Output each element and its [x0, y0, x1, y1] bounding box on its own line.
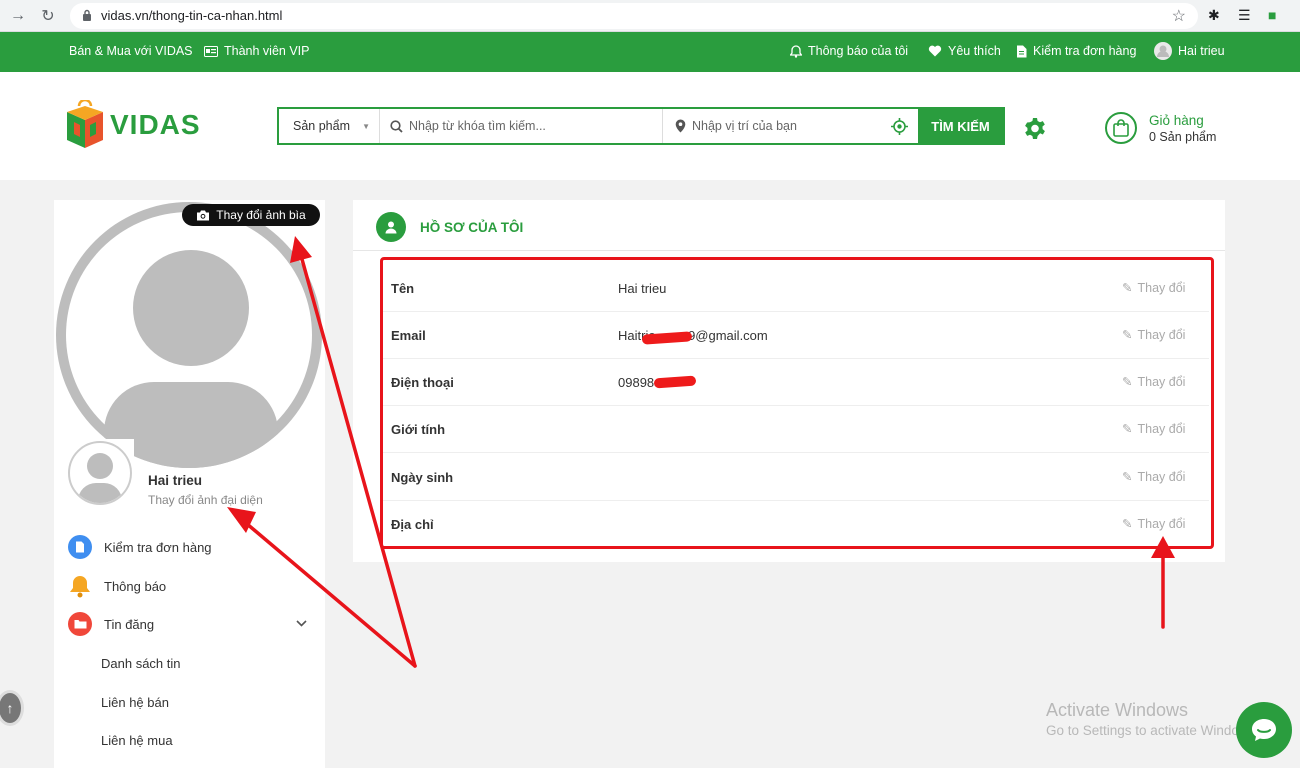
pencil-icon: ✎	[1122, 328, 1133, 342]
avatar[interactable]	[68, 441, 132, 505]
map-pin-icon	[675, 119, 686, 133]
extensions-icon[interactable]: ✱	[1208, 7, 1220, 24]
document-icon	[1017, 45, 1027, 57]
user-avatar-icon	[1154, 42, 1172, 60]
profile-row-birthday: Ngày sinh ✎ Thay đổi	[383, 454, 1209, 501]
camera-icon	[197, 210, 210, 220]
heart-icon	[928, 45, 942, 57]
favorites-link[interactable]: Yêu thích	[928, 44, 1001, 58]
profile-row-phone: Điện thoại 09898 ✎ Thay đổi	[383, 359, 1209, 406]
cart-info: Giỏ hàng 0 Sản phẩm	[1149, 113, 1216, 144]
profile-card-header: HỒ SƠ CỦA TÔI	[353, 200, 1225, 251]
user-icon	[376, 212, 406, 242]
address-bar[interactable]: vidas.vn/thong-tin-ca-nhan.html ☆	[70, 3, 1198, 29]
search-bar: Sản phẩm ▼ Nhập từ khóa tìm kiếm... Nhập…	[277, 107, 1005, 145]
vip-member-link[interactable]: Thành viên VIP	[204, 44, 309, 58]
pencil-icon: ✎	[1122, 517, 1133, 531]
bookmark-star-icon[interactable]: ☆	[1172, 6, 1186, 26]
sidebar-item-check-orders[interactable]: Kiểm tra đơn hàng	[68, 535, 212, 559]
cart-title: Giỏ hàng	[1149, 112, 1204, 128]
document-icon	[68, 535, 92, 559]
sidebar-subitem-sell-contacts[interactable]: Liên hệ bán	[101, 695, 169, 710]
sidebar-subitem-post-list[interactable]: Danh sách tin	[101, 656, 181, 671]
back-to-top-button[interactable]: ↑	[0, 690, 24, 726]
edit-name-button[interactable]: ✎ Thay đổi	[1122, 280, 1185, 296]
card-icon	[204, 45, 218, 57]
logo-text: VIDAS	[110, 109, 201, 140]
keyword-search-input[interactable]: Nhập từ khóa tìm kiếm...	[380, 109, 663, 143]
edit-address-button[interactable]: ✎ Thay đổi	[1122, 516, 1185, 532]
cart[interactable]: Giỏ hàng 0 Sản phẩm	[1105, 112, 1216, 144]
browser-toolbar: → ↻ vidas.vn/thong-tin-ca-nhan.html ☆ ✱ …	[0, 0, 1300, 32]
vidas-logo[interactable]: VIDAS	[66, 100, 201, 150]
pencil-icon: ✎	[1122, 422, 1133, 436]
bell-icon	[790, 44, 802, 58]
reading-list-icon[interactable]: ☰	[1238, 7, 1251, 24]
change-cover-button[interactable]: Thay đổi ảnh bìa	[182, 204, 320, 226]
gear-icon[interactable]	[1023, 117, 1047, 144]
change-avatar-link[interactable]: Thay đổi ảnh đại diện	[148, 493, 263, 507]
edit-gender-button[interactable]: ✎ Thay đổi	[1122, 421, 1185, 437]
profile-sidebar: Thay đổi ảnh bìa Hai trieu Thay đổi ảnh …	[54, 200, 325, 768]
buy-sell-link[interactable]: Bán & Mua với VIDAS	[69, 44, 193, 58]
profile-title: HỒ SƠ CỦA TÔI	[420, 220, 524, 235]
chat-bubble-icon	[1252, 719, 1276, 741]
cart-count: 0 Sản phẩm	[1149, 129, 1217, 144]
sidebar-item-notifications[interactable]: Thông báo	[68, 574, 166, 598]
caret-down-icon: ▼	[362, 122, 370, 131]
edit-email-button[interactable]: ✎ Thay đổi	[1122, 327, 1185, 343]
profile-row-gender: Giới tính ✎ Thay đổi	[383, 406, 1209, 453]
chevron-down-icon[interactable]	[296, 618, 307, 630]
url-text: vidas.vn/thong-tin-ca-nhan.html	[101, 8, 283, 23]
logo-box-icon	[67, 100, 103, 148]
sidebar-item-posts[interactable]: Tin đăng	[68, 612, 154, 636]
activate-windows-subtitle: Go to Settings to activate Windows.	[1046, 723, 1260, 738]
profile-row-name: Tên Hai trieu ✎ Thay đổi	[383, 265, 1209, 312]
site-header: VIDAS Sản phẩm ▼ Nhập từ khóa tìm kiếm..…	[0, 72, 1300, 180]
pencil-icon: ✎	[1122, 470, 1133, 484]
bell-icon	[68, 574, 92, 598]
shopping-bag-icon	[1105, 112, 1137, 144]
check-orders-link[interactable]: Kiểm tra đơn hàng	[1016, 44, 1136, 58]
profile-card: HỒ SƠ CỦA TÔI Tên Hai trieu ✎ Thay đổi Em…	[353, 200, 1225, 562]
arrow-up-icon: ↑	[6, 700, 14, 716]
avatar-container[interactable]	[66, 439, 134, 507]
sidebar-subitem-buy-contacts[interactable]: Liên hệ mua	[101, 733, 173, 748]
edit-phone-button[interactable]: ✎ Thay đổi	[1122, 374, 1185, 390]
pencil-icon: ✎	[1122, 375, 1133, 389]
search-button[interactable]: TÌM KIẾM	[918, 109, 1003, 143]
location-input[interactable]: Nhập vị trí của bạn	[663, 109, 918, 143]
pencil-icon: ✎	[1122, 281, 1133, 295]
profile-row-address: Địa chỉ ✎ Thay đổi	[391, 516, 1186, 533]
notifications-link[interactable]: Thông báo của tôi	[790, 44, 908, 58]
back-arrow-icon[interactable]: →	[8, 6, 28, 26]
reload-icon[interactable]: ↻	[38, 6, 58, 26]
search-icon	[390, 119, 403, 133]
search-category-select[interactable]: Sản phẩm ▼	[279, 109, 380, 143]
cover-image	[56, 202, 322, 468]
chat-button[interactable]	[1236, 702, 1292, 758]
lock-icon	[82, 9, 92, 25]
sidebar-user-name: Hai trieu	[148, 473, 203, 488]
activate-windows-title: Activate Windows	[1046, 700, 1189, 720]
cover-placeholder-head	[133, 250, 249, 366]
profile-extension-icon[interactable]: ■	[1268, 7, 1276, 23]
profile-row-email: Email Haitrie 9@gmail.com ✎ Thay đổi	[383, 312, 1209, 359]
edit-birthday-button[interactable]: ✎ Thay đổi	[1122, 469, 1185, 485]
user-menu[interactable]: Hai trieu	[1154, 42, 1225, 60]
folder-icon	[68, 612, 92, 636]
top-bar: Bán & Mua với VIDAS Thành viên VIP Thông…	[0, 32, 1300, 72]
locate-me-icon[interactable]	[891, 118, 908, 138]
